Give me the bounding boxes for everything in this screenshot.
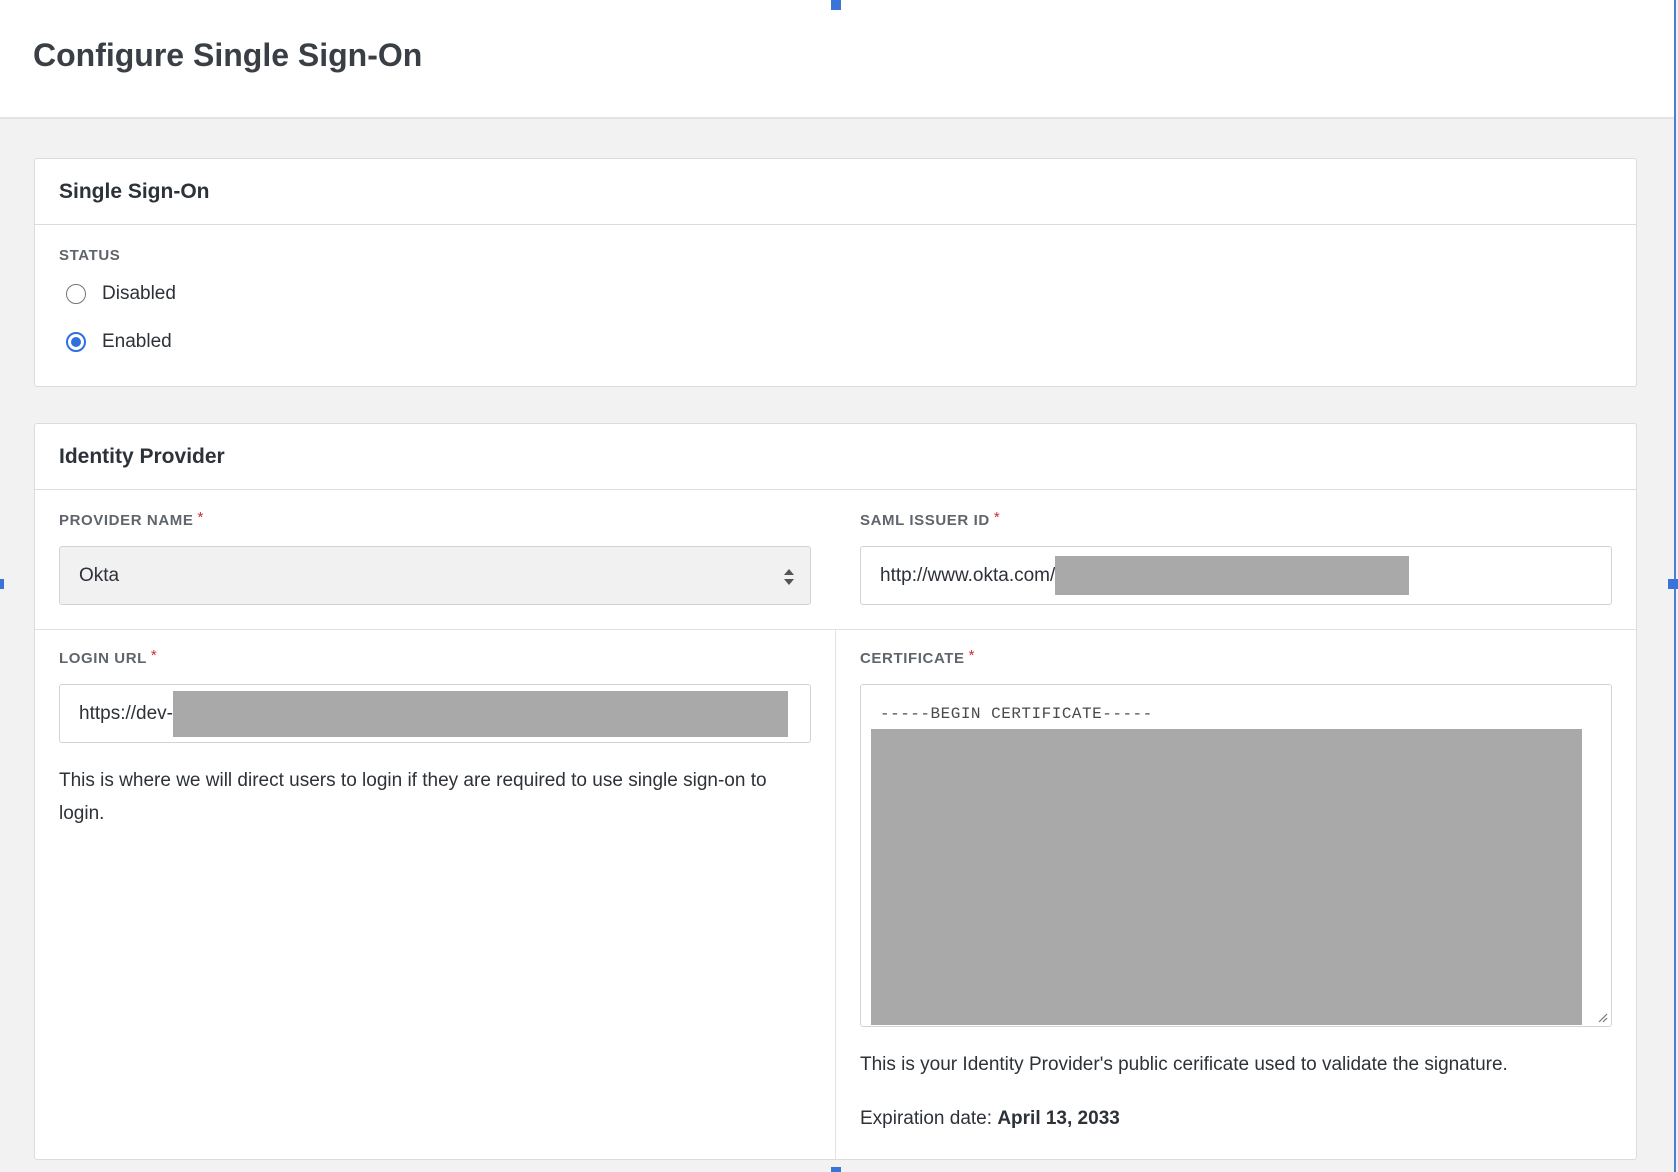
column-divider bbox=[835, 629, 836, 1159]
required-mark: * bbox=[968, 647, 975, 664]
saml-issuer-input[interactable]: http://www.okta.com/ bbox=[860, 546, 1612, 605]
saml-issuer-label: SAML ISSUER ID * bbox=[860, 509, 1000, 529]
certificate-textarea[interactable]: -----BEGIN CERTIFICATE----- bbox=[860, 684, 1612, 1027]
login-url-value: https://dev- bbox=[79, 702, 173, 724]
radio-disabled[interactable] bbox=[66, 284, 86, 304]
page-header: Configure Single Sign-On bbox=[0, 0, 1674, 119]
idp-card-title: Identity Provider bbox=[59, 444, 225, 468]
radio-disabled-label: Disabled bbox=[102, 283, 176, 304]
login-url-help: This is where we will direct users to lo… bbox=[59, 770, 767, 824]
selection-handle-bottom bbox=[831, 1167, 841, 1172]
select-arrows-icon bbox=[784, 569, 794, 585]
certificate-first-line: -----BEGIN CERTIFICATE----- bbox=[880, 705, 1153, 723]
status-option-enabled[interactable]: Enabled bbox=[59, 318, 1636, 366]
provider-name-value: Okta bbox=[79, 564, 120, 586]
idp-card: Identity Provider PROVIDER NAME * Okta SA… bbox=[34, 423, 1637, 1160]
idp-card-header: Identity Provider bbox=[35, 424, 1636, 490]
expiration-label: Expiration date: bbox=[860, 1108, 993, 1129]
radio-enabled-label: Enabled bbox=[102, 331, 172, 352]
required-mark: * bbox=[197, 509, 204, 526]
status-label: STATUS bbox=[59, 247, 121, 264]
status-group: STATUS Disabled Enabled bbox=[35, 225, 1636, 366]
redacted-block bbox=[1055, 556, 1410, 595]
provider-name-select[interactable]: Okta bbox=[59, 546, 811, 605]
selection-handle-top bbox=[831, 0, 841, 10]
sso-card-title: Single Sign-On bbox=[59, 179, 210, 203]
login-url-input[interactable]: https://dev- bbox=[59, 684, 811, 743]
redacted-block bbox=[871, 729, 1582, 1025]
sso-card-header: Single Sign-On bbox=[35, 159, 1636, 225]
required-mark: * bbox=[150, 647, 157, 664]
expiration-date: April 13, 2033 bbox=[997, 1108, 1120, 1129]
certificate-expiration: Expiration date: April 13, 2033 bbox=[860, 1102, 1120, 1135]
resize-grip-icon[interactable] bbox=[1596, 1011, 1608, 1023]
page-title: Configure Single Sign-On bbox=[33, 37, 423, 73]
status-option-disabled[interactable]: Disabled bbox=[59, 270, 1636, 318]
certificate-help: This is your Identity Provider's public … bbox=[860, 1054, 1508, 1075]
saml-issuer-value: http://www.okta.com/ bbox=[880, 564, 1056, 586]
radio-enabled[interactable] bbox=[66, 332, 86, 352]
required-mark: * bbox=[993, 509, 1000, 526]
redacted-block bbox=[173, 690, 788, 737]
selection-handle-right bbox=[1668, 579, 1678, 589]
certificate-label: CERTIFICATE * bbox=[860, 647, 975, 667]
login-url-label: LOGIN URL * bbox=[59, 647, 157, 667]
selection-handle-left bbox=[0, 579, 4, 589]
sso-card: Single Sign-On STATUS Disabled Enabled bbox=[34, 158, 1637, 387]
provider-name-label: PROVIDER NAME * bbox=[59, 509, 204, 529]
